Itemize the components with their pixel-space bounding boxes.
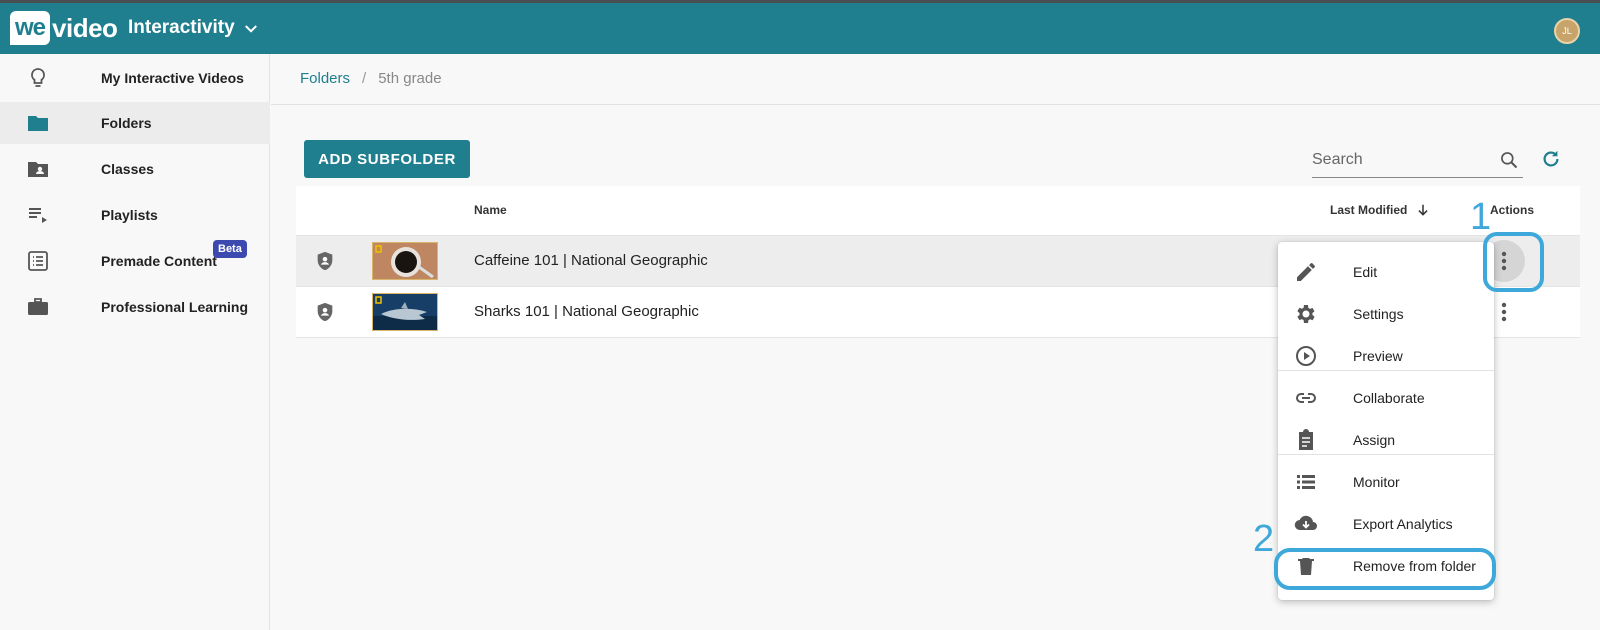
class-folder-icon xyxy=(28,162,48,177)
sidebar-item-professional-learning[interactable]: Professional Learning xyxy=(0,286,270,328)
video-name[interactable]: Caffeine 101 | National Geographic xyxy=(474,252,708,269)
sort-down-arrow-icon[interactable] xyxy=(1416,203,1430,217)
sidebar-item-my-interactive-videos[interactable]: My Interactive Videos xyxy=(0,57,270,99)
shark-thumbnail-image xyxy=(373,294,437,330)
divider xyxy=(271,104,1600,105)
sidebar: My Interactive Videos Folders Classes Pl… xyxy=(0,54,270,630)
step-2-number: 2 xyxy=(1253,518,1275,560)
breadcrumb-folders-link[interactable]: Folders xyxy=(300,70,350,87)
step-1-number: 1 xyxy=(1470,196,1492,238)
pencil-icon xyxy=(1297,263,1315,281)
video-thumbnail[interactable] xyxy=(372,293,438,331)
sidebar-item-premade-content[interactable]: Premade Content Beta xyxy=(0,240,270,282)
video-name[interactable]: Sharks 101 | National Geographic xyxy=(474,303,699,320)
search-field xyxy=(1312,142,1523,178)
sidebar-item-label: My Interactive Videos xyxy=(101,70,244,86)
column-header-name[interactable]: Name xyxy=(474,203,507,217)
menu-divider xyxy=(1278,370,1494,371)
add-subfolder-button[interactable]: ADD SUBFOLDER xyxy=(304,140,470,178)
folder-icon xyxy=(28,116,48,131)
search-input[interactable] xyxy=(1312,150,1482,169)
clipboard-icon xyxy=(1299,429,1313,450)
menu-item-edit[interactable]: Edit xyxy=(1278,251,1494,293)
link-icon xyxy=(1296,393,1316,403)
menu-divider xyxy=(1278,454,1494,455)
step-2-highlight xyxy=(1274,548,1496,590)
shield-user-icon xyxy=(317,251,333,271)
briefcase-icon xyxy=(28,298,48,315)
cloud-download-icon xyxy=(1294,515,1317,531)
column-header-last-modified[interactable]: Last Modified xyxy=(1330,203,1407,217)
app-title[interactable]: Interactivity xyxy=(128,17,235,39)
row-actions-menu: Edit Settings Preview Collaborate Assign… xyxy=(1278,242,1494,600)
gear-icon xyxy=(1297,305,1315,323)
sidebar-item-playlists[interactable]: Playlists xyxy=(0,194,270,236)
sidebar-item-label: Playlists xyxy=(101,207,158,223)
search-icon[interactable] xyxy=(1499,150,1519,170)
sidebar-item-classes[interactable]: Classes xyxy=(0,148,270,190)
wevideo-logo[interactable]: we video xyxy=(10,9,118,47)
video-thumbnail[interactable] xyxy=(372,242,438,280)
beta-badge: Beta xyxy=(213,240,247,258)
sidebar-item-label: Classes xyxy=(101,161,154,177)
sidebar-item-label: Professional Learning xyxy=(101,299,249,315)
playlist-icon xyxy=(29,208,47,223)
lightbulb-icon xyxy=(31,68,45,87)
menu-item-collaborate[interactable]: Collaborate xyxy=(1278,377,1494,419)
avatar[interactable]: JL xyxy=(1554,18,1580,44)
column-header-actions: Actions xyxy=(1490,203,1535,217)
breadcrumb: Folders / 5th grade xyxy=(300,70,442,87)
chevron-down-icon[interactable] xyxy=(242,20,260,38)
list-view-icon xyxy=(1297,475,1315,489)
step-1-highlight xyxy=(1483,232,1544,292)
sidebar-item-folders[interactable]: Folders xyxy=(0,102,270,144)
menu-item-settings[interactable]: Settings xyxy=(1278,293,1494,335)
menu-item-export-analytics[interactable]: Export Analytics xyxy=(1278,503,1494,545)
sidebar-item-label: Premade Content xyxy=(101,253,217,269)
list-icon xyxy=(28,251,48,271)
top-bar: we video Interactivity JL xyxy=(0,3,1600,54)
refresh-icon[interactable] xyxy=(1540,148,1562,170)
breadcrumb-current: 5th grade xyxy=(378,70,442,87)
shield-user-icon xyxy=(317,302,333,322)
breadcrumb-separator: / xyxy=(362,70,367,87)
play-circle-icon xyxy=(1296,346,1316,366)
coffee-cup-thumbnail-image xyxy=(373,243,437,279)
more-vertical-icon xyxy=(1501,302,1507,322)
menu-item-monitor[interactable]: Monitor xyxy=(1278,461,1494,503)
sidebar-item-label: Folders xyxy=(101,115,152,131)
table-header: Name Last Modified Actions xyxy=(296,186,1580,236)
